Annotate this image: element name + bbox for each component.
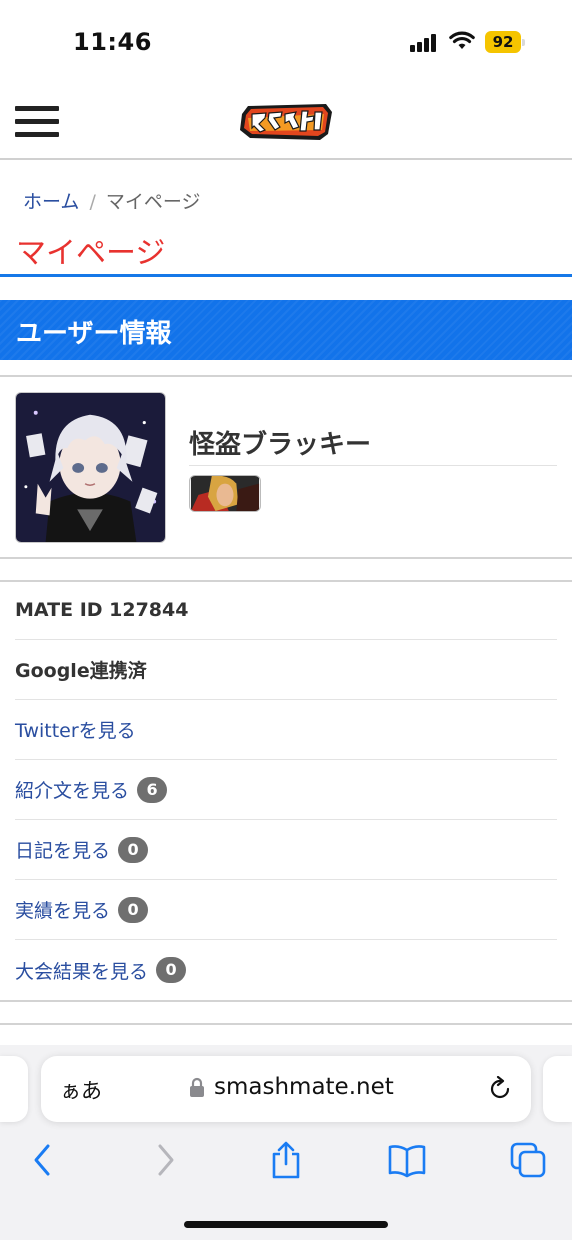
title-divider — [0, 274, 572, 277]
battery-level: 92 — [485, 31, 521, 53]
tabs-icon[interactable] — [508, 1140, 548, 1180]
status-bar: 11:46 92 — [0, 0, 572, 84]
user-info-list: MATE ID 127844 Google連携済 Twitterを見る 紹介文を… — [15, 580, 557, 1000]
section-banner: ユーザー情報 — [0, 300, 572, 360]
divider — [0, 557, 572, 559]
diary-link[interactable]: 日記を見る 0 — [15, 820, 557, 880]
bookmarks-icon[interactable] — [387, 1140, 427, 1180]
intro-count-badge: 6 — [137, 776, 168, 803]
breadcrumb-separator: / — [89, 191, 96, 213]
diary-link-label[interactable]: 日記を見る — [15, 836, 110, 863]
main-character-icon[interactable] — [189, 475, 261, 512]
name-divider — [189, 465, 557, 466]
divider — [0, 375, 572, 377]
previous-tab-preview[interactable] — [0, 1056, 28, 1122]
intro-link-label[interactable]: 紹介文を見る — [15, 776, 129, 803]
back-icon[interactable] — [22, 1140, 62, 1180]
lock-icon — [190, 1077, 204, 1097]
home-indicator — [184, 1221, 388, 1228]
breadcrumb-home-link[interactable]: ホーム — [23, 191, 79, 213]
wifi-icon — [449, 31, 475, 49]
intro-link[interactable]: 紹介文を見る 6 — [15, 760, 557, 820]
twitter-link-label[interactable]: Twitterを見る — [15, 716, 136, 743]
user-avatar[interactable] — [15, 392, 166, 543]
reload-icon[interactable] — [487, 1076, 513, 1102]
next-tab-preview[interactable] — [543, 1056, 572, 1122]
achievements-count-badge: 0 — [118, 896, 149, 923]
username: 怪盗ブラッキー — [189, 430, 372, 460]
page-settings-button[interactable]: ぁあ — [60, 1075, 102, 1105]
address-bar[interactable]: ぁあ smashmate.net — [41, 1056, 531, 1122]
tournament-results-count-badge: 0 — [156, 957, 187, 983]
breadcrumb-current: マイページ — [105, 191, 201, 213]
share-icon[interactable] — [266, 1140, 306, 1180]
achievements-link[interactable]: 実績を見る 0 — [15, 880, 557, 940]
diary-count-badge: 0 — [118, 836, 149, 863]
cellular-signal-icon — [410, 34, 440, 52]
forward-icon[interactable] — [146, 1140, 186, 1180]
tournament-results-link-label[interactable]: 大会結果を見る — [15, 957, 148, 984]
page-title: マイページ — [16, 236, 166, 271]
divider — [0, 1000, 572, 1002]
menu-icon[interactable] — [15, 106, 59, 138]
google-link-status: Google連携済 — [15, 640, 557, 700]
twitter-link[interactable]: Twitterを見る — [15, 700, 557, 760]
achievements-link-label[interactable]: 実績を見る — [15, 896, 110, 923]
mate-id: MATE ID 127844 — [15, 580, 557, 640]
status-time: 11:46 — [73, 28, 152, 56]
smashmate-logo[interactable] — [238, 100, 334, 142]
tournament-results-link[interactable]: 大会結果を見る 0 — [15, 940, 557, 1000]
url-text[interactable]: smashmate.net — [214, 1074, 394, 1100]
divider — [0, 1023, 572, 1025]
breadcrumb: ホーム / マイページ — [23, 187, 200, 214]
section-title: ユーザー情報 — [16, 319, 172, 349]
site-header — [0, 84, 572, 160]
battery-icon: 92 — [485, 31, 525, 53]
